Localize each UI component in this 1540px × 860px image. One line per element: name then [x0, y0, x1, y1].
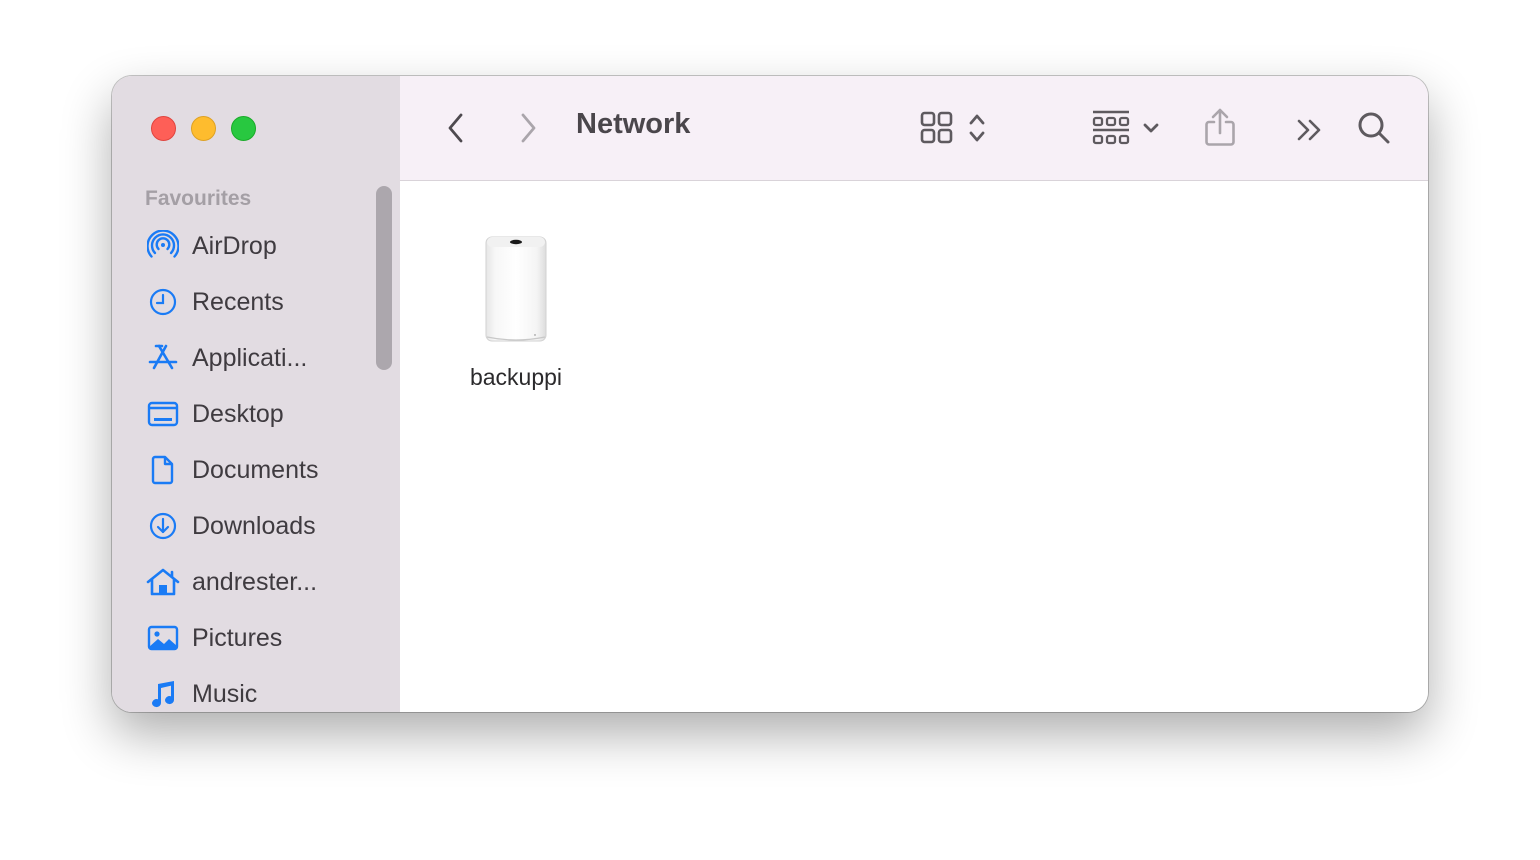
- document-icon: [146, 453, 180, 487]
- group-by-button[interactable]: [1088, 104, 1164, 152]
- sidebar: Favourites AirDrop Recents Applicati... …: [112, 76, 401, 712]
- pictures-icon: [146, 621, 180, 655]
- finder-window: Favourites AirDrop Recents Applicati... …: [112, 76, 1428, 712]
- up-down-chevron-icon: [969, 114, 985, 142]
- sidebar-item-label: Pictures: [192, 623, 283, 652]
- view-mode-button[interactable]: [908, 104, 998, 152]
- toolbar: Network: [400, 76, 1428, 181]
- close-button[interactable]: [151, 116, 176, 141]
- sidebar-item-applications[interactable]: Applicati...: [146, 336, 386, 380]
- more-toolbar-items-button[interactable]: [1290, 110, 1330, 150]
- airdrop-icon: [146, 229, 180, 263]
- home-icon: [146, 565, 180, 599]
- chevron-right-icon: [521, 113, 536, 143]
- sidebar-scrollbar[interactable]: [376, 186, 392, 370]
- icon-grid-view-icon: [920, 111, 953, 144]
- search-icon: [1358, 112, 1390, 144]
- zoom-button[interactable]: [231, 116, 256, 141]
- sidebar-item-documents[interactable]: Documents: [146, 448, 386, 492]
- applications-icon: [146, 341, 180, 375]
- music-icon: [146, 677, 180, 711]
- forward-button[interactable]: [510, 106, 546, 150]
- sidebar-item-label: AirDrop: [192, 231, 277, 260]
- sidebar-item-label: Documents: [192, 455, 319, 484]
- minimize-button[interactable]: [191, 116, 216, 141]
- sidebar-item-downloads[interactable]: Downloads: [146, 504, 386, 548]
- sidebar-section-favourites: Favourites: [145, 187, 252, 210]
- file-label: backuppi: [469, 364, 563, 390]
- airport-time-capsule-icon: [485, 236, 547, 342]
- back-button[interactable]: [438, 106, 474, 150]
- network-item-backuppi[interactable]: backuppi: [445, 233, 587, 391]
- group-by-icon: [1092, 110, 1130, 145]
- sidebar-item-label: Recents: [192, 287, 284, 316]
- share-button[interactable]: [1200, 102, 1240, 152]
- sidebar-item-recents[interactable]: Recents: [146, 280, 386, 324]
- file-browser-content: backuppi: [400, 181, 1428, 712]
- sidebar-item-label: Music: [192, 679, 258, 708]
- search-button[interactable]: [1352, 106, 1396, 150]
- sidebar-item-label: Downloads: [192, 511, 316, 540]
- sidebar-item-label: Applicati...: [192, 343, 308, 372]
- chevron-left-icon: [448, 113, 463, 143]
- share-icon: [1205, 108, 1235, 146]
- sidebar-item-music[interactable]: Music: [146, 672, 386, 712]
- download-icon: [146, 509, 180, 543]
- clock-icon: [146, 285, 180, 319]
- desktop-icon: [146, 397, 180, 431]
- double-chevron-right-icon: [1297, 119, 1321, 141]
- window-title: Network: [576, 108, 691, 140]
- sidebar-item-label: andrester...: [192, 567, 318, 596]
- sidebar-item-home[interactable]: andrester...: [146, 560, 386, 604]
- sidebar-item-pictures[interactable]: Pictures: [146, 616, 386, 660]
- sidebar-item-label: Desktop: [192, 399, 284, 428]
- chevron-down-icon: [1143, 123, 1159, 133]
- sidebar-item-airdrop[interactable]: AirDrop: [146, 224, 386, 268]
- sidebar-item-desktop[interactable]: Desktop: [146, 392, 386, 436]
